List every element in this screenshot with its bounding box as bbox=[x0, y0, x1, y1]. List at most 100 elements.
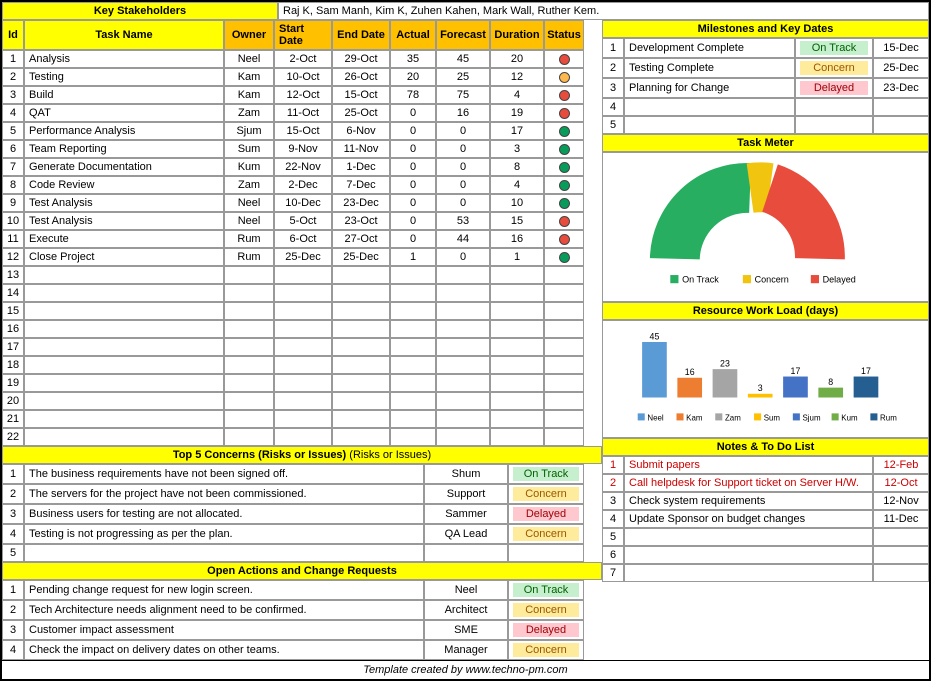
task-row[interactable]: 10Test AnalysisNeel5-Oct23-Oct05315 bbox=[2, 212, 602, 230]
task-row[interactable]: 8Code ReviewZam2-Dec7-Dec004 bbox=[2, 176, 602, 194]
task-cell[interactable]: 9-Nov bbox=[274, 140, 332, 158]
task-cell[interactable] bbox=[390, 428, 436, 446]
list-cell[interactable]: QA Lead bbox=[424, 524, 508, 544]
note-cell[interactable]: 11-Dec bbox=[873, 510, 929, 528]
task-cell[interactable]: 0 bbox=[390, 140, 436, 158]
list-cell[interactable] bbox=[24, 544, 424, 562]
list-cell[interactable]: On Track bbox=[508, 580, 584, 600]
milestone-cell[interactable]: Delayed bbox=[795, 78, 873, 98]
milestone-cell[interactable] bbox=[873, 116, 929, 134]
note-row[interactable]: 5 bbox=[602, 528, 929, 546]
task-cell[interactable]: 0 bbox=[390, 122, 436, 140]
task-cell[interactable]: 29-Oct bbox=[332, 50, 390, 68]
milestone-cell[interactable]: 5 bbox=[602, 116, 624, 134]
task-cell[interactable] bbox=[224, 410, 274, 428]
task-cell[interactable]: 4 bbox=[490, 86, 544, 104]
task-cell[interactable] bbox=[490, 302, 544, 320]
stakeholders-value[interactable]: Raj K, Sam Manh, Kim K, Zuhen Kahen, Mar… bbox=[278, 2, 929, 20]
task-cell[interactable]: 4 bbox=[490, 176, 544, 194]
task-cell[interactable] bbox=[224, 338, 274, 356]
list-cell[interactable]: 3 bbox=[2, 504, 24, 524]
task-cell[interactable] bbox=[490, 410, 544, 428]
task-cell[interactable] bbox=[490, 374, 544, 392]
task-row[interactable]: 4QATZam11-Oct25-Oct01619 bbox=[2, 104, 602, 122]
task-cell[interactable] bbox=[332, 374, 390, 392]
list-cell[interactable]: The business requirements have not been … bbox=[24, 464, 424, 484]
task-cell[interactable] bbox=[436, 338, 490, 356]
task-cell[interactable]: 25-Oct bbox=[332, 104, 390, 122]
task-cell[interactable] bbox=[332, 266, 390, 284]
list-cell[interactable] bbox=[508, 544, 584, 562]
task-cell[interactable] bbox=[436, 356, 490, 374]
task-cell[interactable]: 7-Dec bbox=[332, 176, 390, 194]
task-cell[interactable]: 75 bbox=[436, 86, 490, 104]
task-cell[interactable]: 0 bbox=[436, 158, 490, 176]
task-cell[interactable]: 8 bbox=[490, 158, 544, 176]
note-cell[interactable]: Submit papers bbox=[624, 456, 873, 474]
list-row[interactable]: 5 bbox=[2, 544, 602, 562]
task-cell[interactable] bbox=[390, 374, 436, 392]
task-cell[interactable]: 10-Dec bbox=[274, 194, 332, 212]
task-cell[interactable]: 1-Dec bbox=[332, 158, 390, 176]
task-row[interactable]: 20 bbox=[2, 392, 602, 410]
task-cell[interactable]: 15-Oct bbox=[332, 86, 390, 104]
list-cell[interactable]: 2 bbox=[2, 600, 24, 620]
task-cell[interactable]: 2-Dec bbox=[274, 176, 332, 194]
task-cell[interactable]: 2-Oct bbox=[274, 50, 332, 68]
note-row[interactable]: 4Update Sponsor on budget changes11-Dec bbox=[602, 510, 929, 528]
task-cell[interactable] bbox=[490, 356, 544, 374]
task-row[interactable]: 12Close ProjectRum25-Dec25-Dec101 bbox=[2, 248, 602, 266]
task-cell[interactable]: 27-Oct bbox=[332, 230, 390, 248]
note-cell[interactable]: Update Sponsor on budget changes bbox=[624, 510, 873, 528]
task-cell[interactable] bbox=[436, 428, 490, 446]
list-cell[interactable]: Shum bbox=[424, 464, 508, 484]
list-cell[interactable]: 2 bbox=[2, 484, 24, 504]
task-cell[interactable]: 11-Oct bbox=[274, 104, 332, 122]
task-cell[interactable]: Neel bbox=[224, 212, 274, 230]
task-cell[interactable]: 12 bbox=[490, 68, 544, 86]
task-cell[interactable] bbox=[24, 392, 224, 410]
milestone-cell[interactable] bbox=[624, 116, 795, 134]
task-row[interactable]: 18 bbox=[2, 356, 602, 374]
task-cell[interactable] bbox=[390, 284, 436, 302]
milestone-row[interactable]: 5 bbox=[602, 116, 929, 134]
milestone-cell[interactable] bbox=[624, 98, 795, 116]
task-cell[interactable]: 23-Oct bbox=[332, 212, 390, 230]
note-row[interactable]: 7 bbox=[602, 564, 929, 582]
task-cell[interactable] bbox=[224, 284, 274, 302]
task-cell[interactable]: 16 bbox=[436, 104, 490, 122]
task-cell[interactable]: 11-Nov bbox=[332, 140, 390, 158]
list-cell[interactable]: Tech Architecture needs alignment need t… bbox=[24, 600, 424, 620]
task-cell[interactable]: 0 bbox=[390, 230, 436, 248]
task-cell[interactable]: 78 bbox=[390, 86, 436, 104]
list-cell[interactable]: Concern bbox=[508, 484, 584, 504]
task-cell[interactable]: Close Project bbox=[24, 248, 224, 266]
task-cell[interactable] bbox=[390, 266, 436, 284]
milestone-cell[interactable]: Concern bbox=[795, 58, 873, 78]
task-cell[interactable]: Rum bbox=[224, 230, 274, 248]
task-cell[interactable]: 20 bbox=[390, 68, 436, 86]
task-row[interactable]: 22 bbox=[2, 428, 602, 446]
list-cell[interactable]: SME bbox=[424, 620, 508, 640]
task-cell[interactable]: Kam bbox=[224, 68, 274, 86]
task-cell[interactable]: 0 bbox=[390, 176, 436, 194]
task-cell[interactable]: Code Review bbox=[24, 176, 224, 194]
task-cell[interactable] bbox=[490, 320, 544, 338]
task-row[interactable]: 14 bbox=[2, 284, 602, 302]
note-cell[interactable]: Check system requirements bbox=[624, 492, 873, 510]
task-cell[interactable] bbox=[224, 320, 274, 338]
task-cell[interactable] bbox=[274, 338, 332, 356]
task-row[interactable]: 1AnalysisNeel2-Oct29-Oct354520 bbox=[2, 50, 602, 68]
note-cell[interactable]: 6 bbox=[602, 546, 624, 564]
task-cell[interactable] bbox=[390, 338, 436, 356]
task-cell[interactable]: 5-Oct bbox=[274, 212, 332, 230]
list-cell[interactable]: Delayed bbox=[508, 504, 584, 524]
list-row[interactable]: 1Pending change request for new login sc… bbox=[2, 580, 602, 600]
task-cell[interactable]: 3 bbox=[490, 140, 544, 158]
task-cell[interactable]: Performance Analysis bbox=[24, 122, 224, 140]
list-row[interactable]: 1The business requirements have not been… bbox=[2, 464, 602, 484]
task-row[interactable]: 3BuildKam12-Oct15-Oct78754 bbox=[2, 86, 602, 104]
note-row[interactable]: 2Call helpdesk for Support ticket on Ser… bbox=[602, 474, 929, 492]
list-cell[interactable]: 1 bbox=[2, 580, 24, 600]
task-cell[interactable]: 0 bbox=[436, 194, 490, 212]
